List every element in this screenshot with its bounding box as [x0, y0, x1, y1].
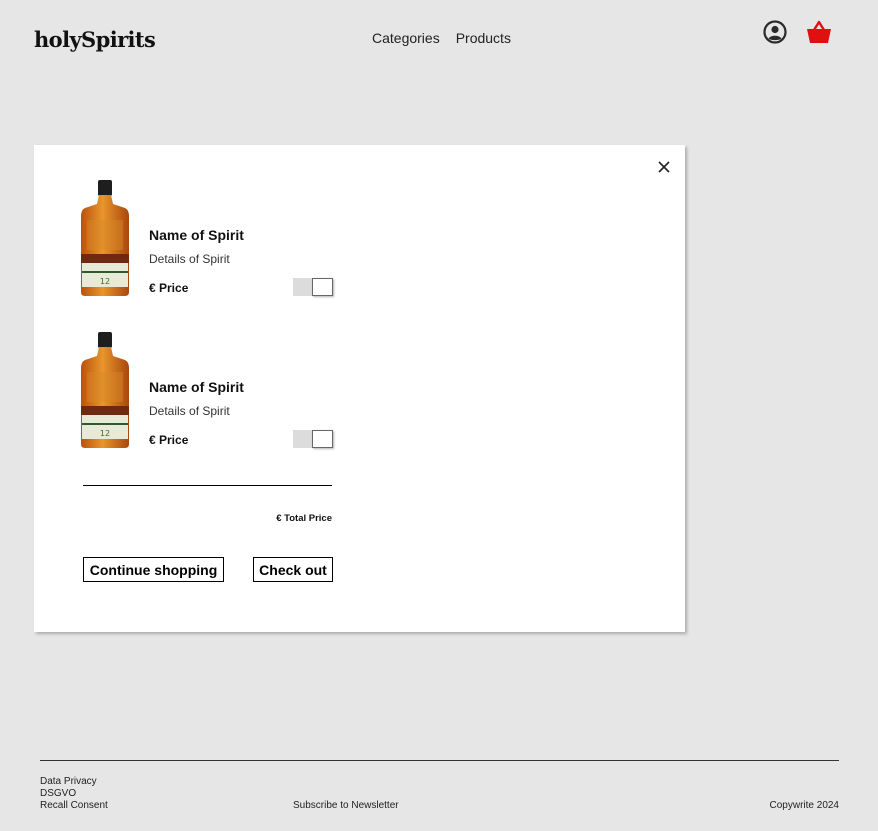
item-name: Name of Spirit: [149, 227, 244, 243]
basket-icon[interactable]: [806, 19, 832, 45]
footer-links: Data Privacy DSGVO Recall Consent: [40, 776, 108, 812]
user-circle-icon[interactable]: [763, 20, 787, 44]
nav-categories[interactable]: Categories: [372, 30, 440, 46]
cart-modal: 12 Name of Spirit Details of Spirit € Pr…: [34, 145, 685, 632]
checkout-button[interactable]: Check out: [253, 557, 333, 582]
main-nav: Categories Products: [372, 30, 511, 46]
svg-text:12: 12: [100, 277, 110, 286]
footer-link-dsgvo[interactable]: DSGVO: [40, 788, 108, 800]
item-details: Details of Spirit: [149, 252, 230, 266]
quantity-toggle[interactable]: [293, 430, 333, 448]
item-name: Name of Spirit: [149, 379, 244, 395]
footer-link-data-privacy[interactable]: Data Privacy: [40, 776, 108, 788]
item-details: Details of Spirit: [149, 404, 230, 418]
cart-item: 12 Name of Spirit Details of Spirit € Pr…: [79, 332, 339, 450]
item-price: € Price: [149, 433, 189, 447]
bottle-image: 12: [81, 180, 129, 296]
bottle-image: 12: [81, 332, 129, 448]
close-icon[interactable]: [657, 160, 671, 174]
toggle-knob[interactable]: [312, 278, 333, 296]
copyright: Copywrite 2024: [769, 800, 839, 811]
cart-item: 12 Name of Spirit Details of Spirit € Pr…: [79, 180, 339, 298]
toggle-knob[interactable]: [312, 430, 333, 448]
nav-products[interactable]: Products: [456, 30, 511, 46]
logo[interactable]: holySpirits: [34, 27, 156, 52]
divider: [83, 485, 332, 486]
continue-shopping-button[interactable]: Continue shopping: [83, 557, 224, 582]
item-price: € Price: [149, 281, 189, 295]
total-price: € Total Price: [276, 513, 332, 524]
footer-divider: [40, 760, 839, 761]
newsletter-link[interactable]: Subscribe to Newsletter: [293, 800, 399, 811]
footer-link-recall-consent[interactable]: Recall Consent: [40, 800, 108, 812]
svg-text:12: 12: [100, 429, 110, 438]
quantity-toggle[interactable]: [293, 278, 333, 296]
